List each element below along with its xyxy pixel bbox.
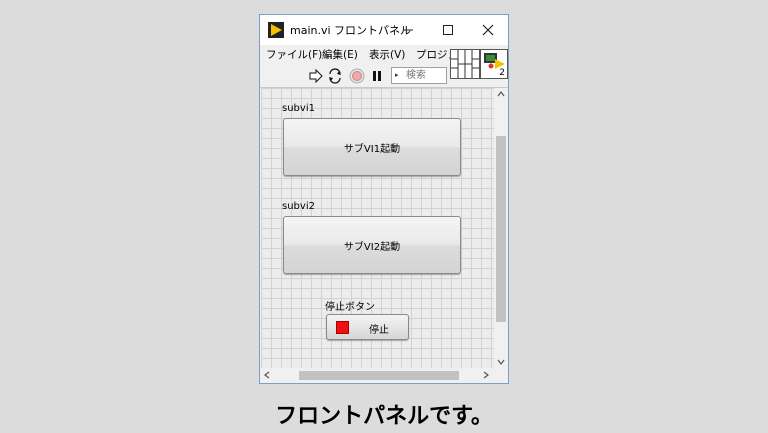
scroll-down-icon[interactable] bbox=[497, 358, 505, 368]
subvi2-label: subvi2 bbox=[282, 201, 315, 212]
vi-icon-editor[interactable]: 2 bbox=[480, 49, 508, 79]
close-button[interactable] bbox=[468, 15, 508, 45]
title-bar[interactable]: main.vi フロントパネル bbox=[260, 15, 508, 45]
menu-edit[interactable]: 編集(E) bbox=[322, 47, 358, 62]
minimize-icon bbox=[403, 29, 413, 31]
horizontal-scroll-thumb[interactable] bbox=[299, 371, 459, 380]
vertical-scrollbar[interactable] bbox=[494, 88, 508, 368]
search-dropdown-icon[interactable]: ▸ bbox=[395, 68, 399, 83]
stop-button-text: 停止 bbox=[369, 325, 389, 336]
pause-icon[interactable] bbox=[369, 68, 385, 84]
stop-button-label: 停止ボタン bbox=[325, 302, 375, 313]
menu-file[interactable]: ファイル(F) bbox=[266, 47, 322, 62]
subvi1-start-button[interactable]: サブVI1起動 bbox=[283, 118, 461, 176]
scroll-right-icon[interactable] bbox=[483, 371, 489, 382]
scroll-up-icon[interactable] bbox=[497, 90, 505, 100]
maximize-icon bbox=[443, 25, 453, 35]
maximize-button[interactable] bbox=[428, 15, 468, 45]
slide-caption: フロントパネルです。 bbox=[275, 404, 493, 429]
minimize-button[interactable] bbox=[388, 15, 428, 45]
front-panel-canvas[interactable]: subvi1 サブVI1起動 subvi2 サブVI2起動 停止ボタン 停止 bbox=[261, 88, 494, 368]
close-icon bbox=[482, 24, 494, 36]
labview-front-panel-window: main.vi フロントパネル ファイル(F) 編集(E) 表示(V) プロジェ bbox=[259, 14, 509, 384]
connector-pane[interactable] bbox=[450, 49, 480, 79]
subvi1-label: subvi1 bbox=[282, 103, 315, 114]
subvi2-start-button[interactable]: サブVI2起動 bbox=[283, 216, 461, 274]
run-continuously-icon[interactable] bbox=[327, 68, 343, 84]
scroll-left-icon[interactable] bbox=[264, 371, 270, 382]
search-placeholder: 検索 bbox=[406, 70, 426, 81]
stop-button[interactable]: 停止 bbox=[326, 314, 409, 340]
vertical-scroll-thumb[interactable] bbox=[496, 136, 506, 322]
search-input[interactable]: ▸ 検索 bbox=[391, 67, 447, 84]
horizontal-scrollbar[interactable] bbox=[261, 368, 494, 383]
menu-view[interactable]: 表示(V) bbox=[369, 47, 405, 62]
connector-pane-grid-icon bbox=[451, 50, 479, 78]
stop-indicator-icon bbox=[336, 321, 349, 334]
abort-execution-icon[interactable] bbox=[349, 68, 365, 84]
run-arrow-icon[interactable] bbox=[308, 68, 324, 84]
labview-vi-icon bbox=[268, 22, 284, 38]
vi-icon-number: 2 bbox=[499, 68, 505, 78]
